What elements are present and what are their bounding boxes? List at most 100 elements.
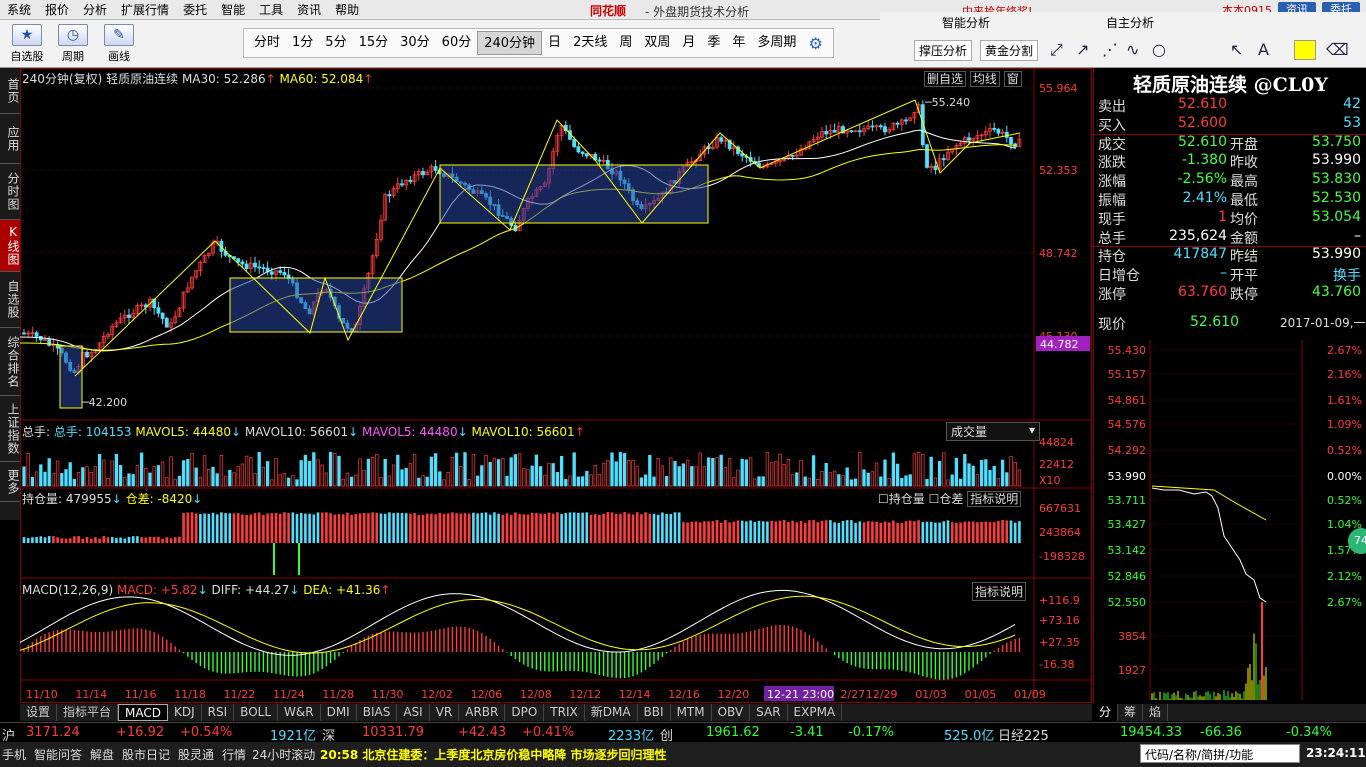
indicator-tab-asi[interactable]: ASI [397,704,430,721]
quote-tab-0[interactable]: 分 [1093,704,1119,721]
period-5min[interactable]: 5分 [319,31,352,55]
period-2day[interactable]: 2天线 [567,31,613,55]
tab-timeline[interactable]: 分时图 [0,164,20,220]
gear-icon[interactable]: ⚙ [802,34,828,53]
status-linktong[interactable]: 股灵通 [178,746,214,763]
indicator-tab-[interactable]: 指标平台 [57,704,119,721]
period-button[interactable]: ◷ 周期 [52,24,94,64]
indicator-tab-mtm[interactable]: MTM [671,704,712,721]
indicator-tab-wr[interactable]: W&R [278,704,321,721]
kline-chart-area[interactable]: 55.96452.35348.74245.13044.782─55.240─42… [20,68,1092,703]
indicator-tab-dma[interactable]: 新DMA [585,704,638,721]
indicator-tab-boll[interactable]: BOLL [234,704,279,721]
channel-tool-icon[interactable]: ⋰ [1102,40,1118,59]
quote-tab-2[interactable]: 焰 [1143,704,1169,721]
checkbox-diff[interactable]: ☐ [929,492,940,506]
cursor-icon[interactable]: ↖ [1230,40,1243,59]
smart-analysis-label[interactable]: 智能分析 [942,14,990,31]
indicator-dropdown[interactable]: 成交量 ▾ [946,422,1040,441]
oi-bar [262,514,265,543]
tab-more[interactable]: 更多 [0,462,20,502]
line-tool-icon[interactable]: ⤢ [1050,40,1063,60]
ray-tool-icon[interactable]: ↗ [1076,40,1089,59]
volume-bar [526,469,530,487]
candle-body [244,263,249,269]
news-ticker[interactable]: 20:58 北京住建委：上季度北京房价稳中略降 市场逐步回归理性 [320,746,667,763]
period-2week[interactable]: 双周 [638,31,676,55]
indicator-tab-bbi[interactable]: BBI [638,704,671,721]
index-ticker[interactable]: 沪 3171.24 +16.92 +0.54% 1921亿 深 10331.79… [0,722,1366,744]
period-day[interactable]: 日 [542,31,567,55]
indicator-tab-arbr[interactable]: ARBR [459,704,506,721]
circle-tool-icon[interactable]: ○ [1152,40,1166,59]
tab-kline[interactable]: K线图 [0,220,20,272]
period-multi[interactable]: 多周期 [751,31,802,55]
indicator-tab-dpo[interactable]: DPO [505,704,545,721]
tab-apps[interactable]: 应用 [0,114,20,164]
indicator-tab-kdj[interactable]: KDJ [168,704,202,721]
volume-bar [677,466,681,487]
period-30min[interactable]: 30分 [394,31,436,55]
text-tool-icon[interactable]: A [1258,40,1269,59]
menu-help[interactable]: 帮助 [328,1,366,18]
indicator-tab-bias[interactable]: BIAS [357,704,398,721]
tab-home[interactable]: 首页 [0,68,20,114]
support-analysis-button[interactable]: 撑压分析 [914,40,973,61]
status-diary[interactable]: 股市日记 [122,746,170,763]
self-analysis-label[interactable]: 自主分析 [1106,14,1154,31]
period-15min[interactable]: 15分 [353,31,395,55]
period-240min[interactable]: 240分钟 [477,31,543,55]
tab-ranking[interactable]: 综合排名 [0,328,20,396]
indicator-tab-dmi[interactable]: DMI [321,704,357,721]
indicator-tab-expma[interactable]: EXPMA [788,704,843,721]
toolbar: ★ 自选股 ◷ 周期 ✎ 画线 分时 1分 5分 15分 30分 60分 240… [0,20,880,68]
menu-quote[interactable]: 报价 [38,1,76,18]
period-week[interactable]: 周 [613,31,638,55]
period-fenshi[interactable]: 分时 [248,31,286,55]
period-quarter[interactable]: 季 [701,31,726,55]
golden-split-button[interactable]: 黄金分割 [980,40,1039,61]
menu-tools[interactable]: 工具 [252,1,290,18]
indicator-tab-[interactable]: 设置 [20,704,58,721]
window-button[interactable]: 窗 [1003,71,1022,87]
indicator-tab-trix[interactable]: TRIX [544,704,585,721]
menu-news[interactable]: 资讯 [290,1,328,18]
checkbox-oi[interactable]: ☐ [878,492,889,506]
oi-indicator-help-button[interactable]: 指标说明 [967,491,1022,507]
oi-bar [799,521,803,543]
tab-sh-index[interactable]: 上证指数 [0,396,20,462]
macd-axis-label: -16.38 [1039,658,1074,671]
tab-watchlist[interactable]: 自选股 [0,272,20,328]
ma-button[interactable]: 均线 [969,71,1000,87]
period-month[interactable]: 月 [676,31,701,55]
color-swatch[interactable] [1294,40,1316,60]
indicator-tab-vr[interactable]: VR [430,704,460,721]
indicator-tab-obv[interactable]: OBV [712,704,751,721]
menu-trade[interactable]: 委托 [176,1,214,18]
period-1min[interactable]: 1分 [286,31,319,55]
search-input[interactable]: 代码/名称/简拼/功能 [1140,744,1300,763]
status-jiepan[interactable]: 解盘 [90,746,114,763]
period-60min[interactable]: 60分 [436,31,478,55]
period-year[interactable]: 年 [726,31,751,55]
status-qa[interactable]: 智能问答 [34,746,82,763]
menu-ext-market[interactable]: 扩展行情 [114,1,176,18]
macd-indicator-help-button[interactable]: 指标说明 [972,582,1027,601]
status-mobile[interactable]: 手机 [2,746,26,763]
indicator-tab-macd[interactable]: MACD [118,704,169,721]
remove-watchlist-button[interactable]: 删自选 [924,71,967,87]
intraday-mini-chart[interactable]: 55.430 2.67% 55.157 2.16% 54.861 1.61% 54.576 1… [1094,340,1366,700]
period-selector: 分时 1分 5分 15分 30分 60分 240分钟 日 2天线 周 双周 月 … [243,28,834,58]
indicator-tab-rsi[interactable]: RSI [202,704,235,721]
eraser-icon[interactable]: ⌫ [1326,40,1349,59]
wave-tool-icon[interactable]: ∿ [1126,40,1139,59]
menu-system[interactable]: 系统 [0,1,38,18]
indicator-tab-sar[interactable]: SAR [750,704,788,721]
quote-tab-1[interactable]: 筹 [1118,704,1144,721]
status-24h[interactable]: 24小时滚动 [252,746,315,763]
draw-line-button[interactable]: ✎ 画线 [98,24,140,64]
watchlist-button[interactable]: ★ 自选股 [6,24,48,64]
menu-analysis[interactable]: 分析 [76,1,114,18]
menu-smart[interactable]: 智能 [214,1,252,18]
status-quote[interactable]: 行情 [222,746,246,763]
